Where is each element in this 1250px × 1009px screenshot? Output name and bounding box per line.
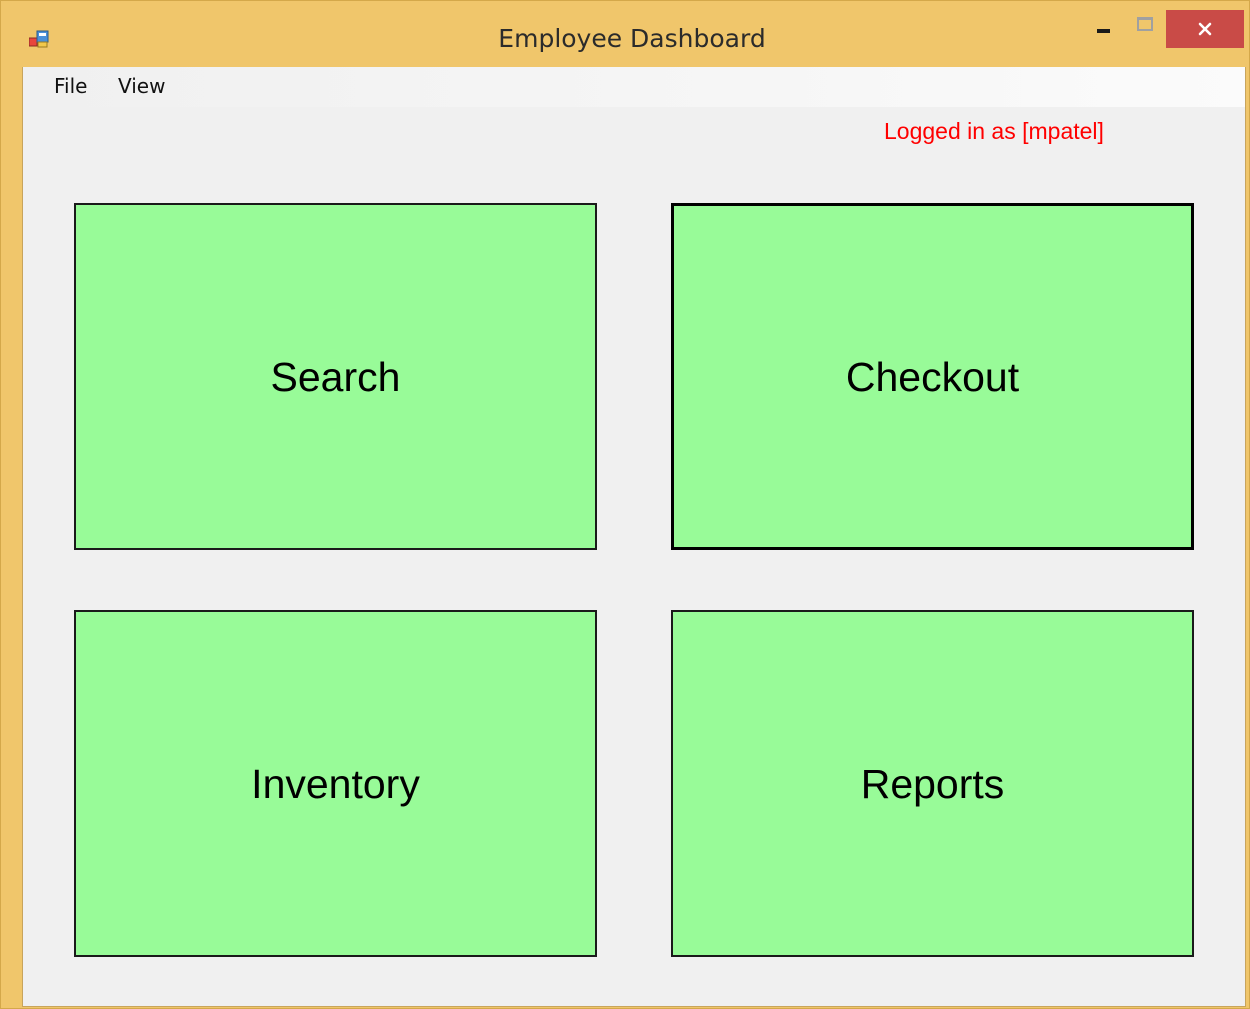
reports-button[interactable]: Reports [671, 610, 1194, 957]
menu-file[interactable]: File [50, 73, 91, 99]
close-button[interactable] [1166, 10, 1244, 48]
menu-view[interactable]: View [114, 73, 169, 99]
checkout-button[interactable]: Checkout [671, 203, 1194, 550]
reports-button-label: Reports [860, 761, 1005, 807]
client-area: File View Logged in as [mpatel] Search C… [22, 67, 1246, 1007]
inventory-button-label: Inventory [251, 761, 420, 807]
checkout-button-label: Checkout [845, 354, 1020, 400]
window-title: Employee Dashboard [498, 24, 766, 53]
menu-bar: File View [23, 67, 1245, 107]
minimize-button[interactable] [1083, 11, 1123, 47]
application-window: Employee Dashboard File View Logged in a… [0, 0, 1250, 1009]
search-button-label: Search [270, 354, 401, 400]
close-icon [1198, 22, 1212, 36]
maximize-button[interactable] [1127, 11, 1163, 47]
minimize-icon [1096, 29, 1110, 33]
maximize-icon [1137, 17, 1153, 31]
login-status-label: Logged in as [mpatel] [884, 118, 1104, 144]
inventory-button[interactable]: Inventory [74, 610, 597, 957]
search-button[interactable]: Search [74, 203, 597, 550]
title-bar[interactable]: Employee Dashboard [1, 1, 1249, 67]
